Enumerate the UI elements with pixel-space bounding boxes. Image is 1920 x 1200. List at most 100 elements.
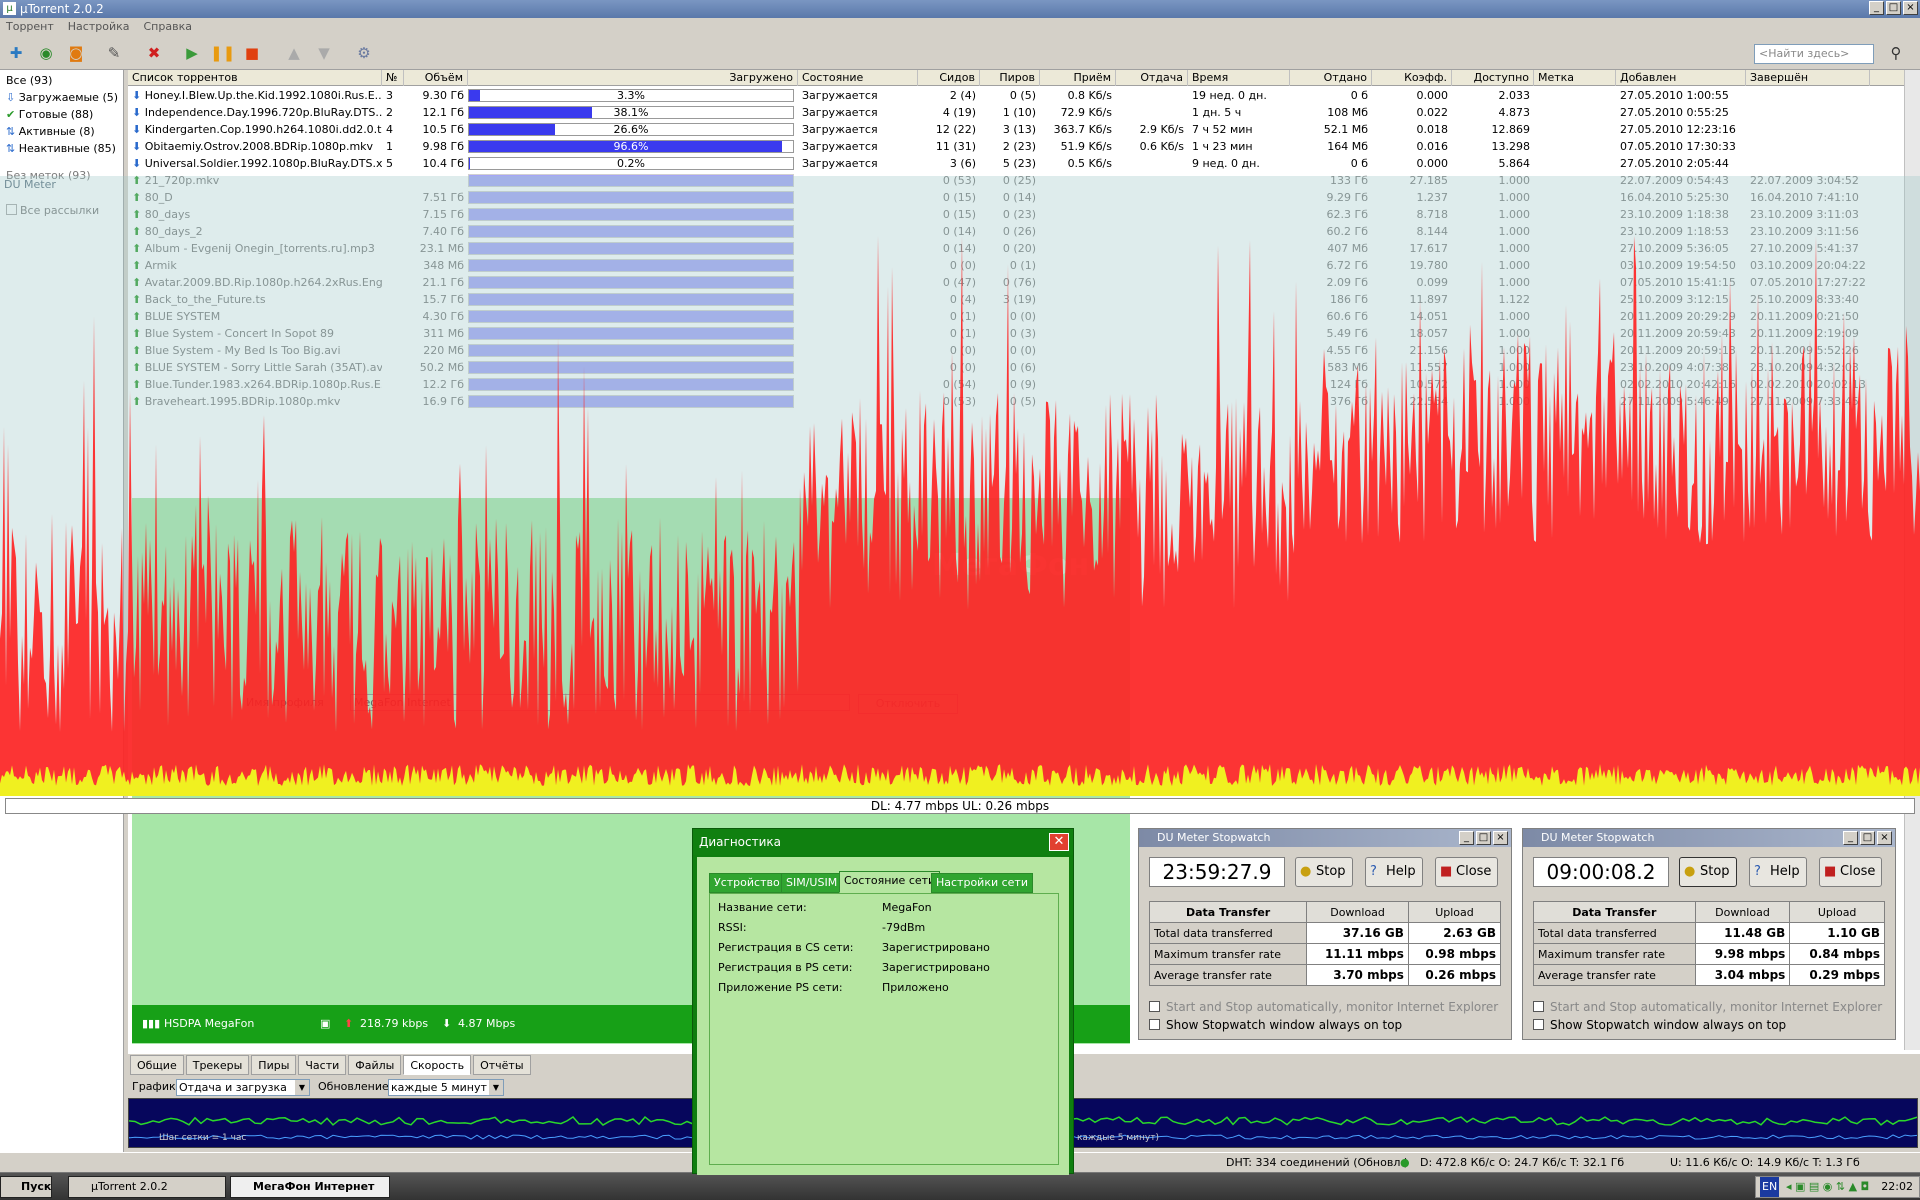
taskbar-item-megafon[interactable]: МегаФон Интернет [230,1176,390,1198]
torrent-uploaded: 407 Мб [1327,242,1368,255]
table-row[interactable]: ⬆ BLUE SYSTEM 4.30 Гб 0 (1) 0 (0) 60.6 Гб 14.… [128,308,1870,325]
col-status[interactable]: Состояние [798,70,918,86]
menu-settings[interactable]: Настройка [68,18,130,36]
sidebar-item-inactive[interactable]: ⇅ Неактивные (85) [0,140,123,157]
menu-help[interactable]: Справка [144,18,192,36]
col-done[interactable]: Загружено [468,70,798,86]
maximize-button[interactable]: □ [1886,1,1901,15]
col-eta[interactable]: Время [1188,70,1290,86]
sidebar-item-active[interactable]: ⇅ Активные (8) [0,123,123,140]
settings-gear-icon[interactable]: ⚙ [352,42,376,64]
torrent-up-speed [1116,87,1188,104]
table-row[interactable]: ⬆ Album - Evgenij Onegin_[torrents.ru].m… [128,240,1870,257]
col-peers[interactable]: Пиров [980,70,1040,86]
col-completed[interactable]: Завершён [1746,70,1870,86]
torrent-ratio: 0.000 [1416,89,1449,102]
profile-select[interactable]: MegaFon Internet [350,694,850,711]
tab-sim[interactable]: SIM/USIM [781,873,843,893]
pause-icon[interactable]: ❚❚ [210,42,235,64]
table-row[interactable]: ⬆ Blue.Tunder.1983.x264.BDRip.1080p.Rus.… [128,376,1870,393]
col-seeds[interactable]: Сидов [918,70,980,86]
close-button[interactable]: × [1493,831,1508,845]
table-row[interactable]: ⬆ Back_to_the_Future.ts 15.7 Гб 0 (4) 3 (19… [128,291,1870,308]
remove-icon[interactable]: ✖ [142,42,166,64]
sidebar-item-completed[interactable]: ✔ Готовые (88) [0,106,123,123]
stop-button[interactable]: ● Stop [1295,857,1353,887]
col-ratio[interactable]: Коэфф. [1372,70,1452,86]
table-row[interactable]: ⬆ 80_days_2 7.40 Гб 0 (14) 0 (26) 60.2 Гб 8.1… [128,223,1870,240]
maximize-button[interactable]: □ [1860,831,1875,845]
close-button[interactable]: × [1903,1,1918,15]
tab-trackers[interactable]: Трекеры [185,1055,250,1075]
tab-pieces[interactable]: Части [298,1055,347,1075]
col-uploaded[interactable]: Отдано [1290,70,1372,86]
close-stopwatch-button[interactable]: ■ Close [1435,857,1499,887]
tab-speed[interactable]: Скорость [403,1055,472,1075]
col-availability[interactable]: Доступно [1452,70,1534,86]
torrent-added: 20.11.2009 20:59:43 [1620,327,1736,340]
tab-files[interactable]: Файлы [348,1055,402,1075]
move-up-icon[interactable]: ▲ [282,42,306,64]
col-name[interactable]: Список торрентов [128,70,382,86]
taskbar-item-utorrent[interactable]: µTorrent 2.0.2 [68,1176,226,1198]
search-input[interactable]: <Найти здесь> [1754,44,1874,64]
col-label[interactable]: Метка [1534,70,1616,86]
add-torrent-icon[interactable]: ✚ [4,42,28,64]
table-row[interactable]: ⬇ Universal.Soldier.1992.1080p.BluRay.DT… [128,155,1870,172]
start-button[interactable]: Пуск [0,1176,52,1198]
add-rss-icon[interactable]: ◙ [64,42,88,64]
help-button[interactable]: ? Help [1749,857,1807,887]
tab-network-settings[interactable]: Настройки сети [931,873,1033,893]
table-row[interactable]: ⬇ Kindergarten.Cop.1990.h264.1080i.dd2.0… [128,121,1870,138]
sidebar-item-downloading[interactable]: ⇩ Загружаемые (5) [0,89,123,106]
disconnect-button[interactable]: Отключить [858,694,958,714]
update-interval-select[interactable]: каждые 5 минут ▼ [388,1079,504,1096]
table-row[interactable]: ⬇ Honey.I.Blew.Up.the.Kid.1992.1080i.Rus… [128,87,1870,104]
progress-fill [469,192,793,203]
tab-network-state[interactable]: Состояние сети [839,871,941,893]
close-button[interactable]: × [1877,831,1892,845]
create-torrent-icon[interactable]: ✎ [102,42,126,64]
table-row[interactable]: ⬆ BLUE SYSTEM - Sorry Little Sarah (35AT… [128,359,1870,376]
table-row[interactable]: ⬆ 80_days 7.15 Гб 0 (15) 0 (23) 62.3 Гб 8.718… [128,206,1870,223]
list-scrollbar[interactable] [1904,70,1920,1050]
language-indicator[interactable]: EN [1760,1177,1780,1197]
tab-device[interactable]: Устройство [709,873,785,893]
graph-type-select[interactable]: Отдача и загрузка ▼ [176,1079,310,1096]
sidebar-item-feeds[interactable]: Все рассылки [0,202,123,219]
always-on-top-checkbox[interactable]: Show Stopwatch window always on top [1149,1017,1402,1033]
menu-torrent[interactable]: Торрент [6,18,54,36]
table-row[interactable]: ⬇ Obitaemiy.Ostrov.2008.BDRip.1080p.mkv 1… [128,138,1870,155]
stop-icon[interactable]: ■ [240,42,264,64]
table-row[interactable]: ⬆ Avatar.2009.BD.Rip.1080p.h264.2xRus.En… [128,274,1870,291]
maximize-button[interactable]: □ [1476,831,1491,845]
table-row[interactable]: ⬆ Braveheart.1995.BDRip.1080p.mkv 16.9 Гб… [128,393,1870,410]
search-icon[interactable]: ⚲ [1884,42,1908,64]
always-on-top-checkbox[interactable]: Show Stopwatch window always on top [1533,1017,1786,1033]
minimize-button[interactable]: _ [1843,831,1858,845]
col-up-speed[interactable]: Отдача [1116,70,1188,86]
tab-general[interactable]: Общие [130,1055,184,1075]
table-row[interactable]: ⬆ Armik 348 Мб 0 (0) 0 (1) 6.72 Гб 19.780 1.00… [128,257,1870,274]
stop-button[interactable]: ● Stop [1679,857,1737,887]
auto-start-checkbox[interactable]: Start and Stop automatically, monitor In… [1149,999,1498,1015]
help-button[interactable]: ? Help [1365,857,1423,887]
start-icon[interactable]: ▶ [180,42,204,64]
col-added[interactable]: Добавлен [1616,70,1746,86]
move-down-icon[interactable]: ▼ [312,42,336,64]
close-stopwatch-button[interactable]: ■ Close [1819,857,1883,887]
col-down-speed[interactable]: Приём [1040,70,1116,86]
tab-logger[interactable]: Отчёты [473,1055,531,1075]
auto-start-checkbox[interactable]: Start and Stop automatically, monitor In… [1533,999,1882,1015]
add-url-icon[interactable]: ◉ [34,42,58,64]
sidebar-item-all[interactable]: Все (93) [0,72,123,89]
diagnostics-close-icon[interactable]: ✕ [1049,833,1069,851]
col-number[interactable]: № [382,70,404,86]
tab-peers[interactable]: Пиры [251,1055,297,1075]
col-size[interactable]: Объём [404,70,468,86]
minimize-button[interactable]: _ [1459,831,1474,845]
table-row[interactable]: ⬆ Blue System - My Bed Is Too Big.avi 220… [128,342,1870,359]
table-row[interactable]: ⬆ Blue System - Concert In Sopot 89 311 М… [128,325,1870,342]
minimize-button[interactable]: _ [1869,1,1884,15]
table-row[interactable]: ⬇ Independence.Day.1996.720p.BluRay.DTS.… [128,104,1870,121]
